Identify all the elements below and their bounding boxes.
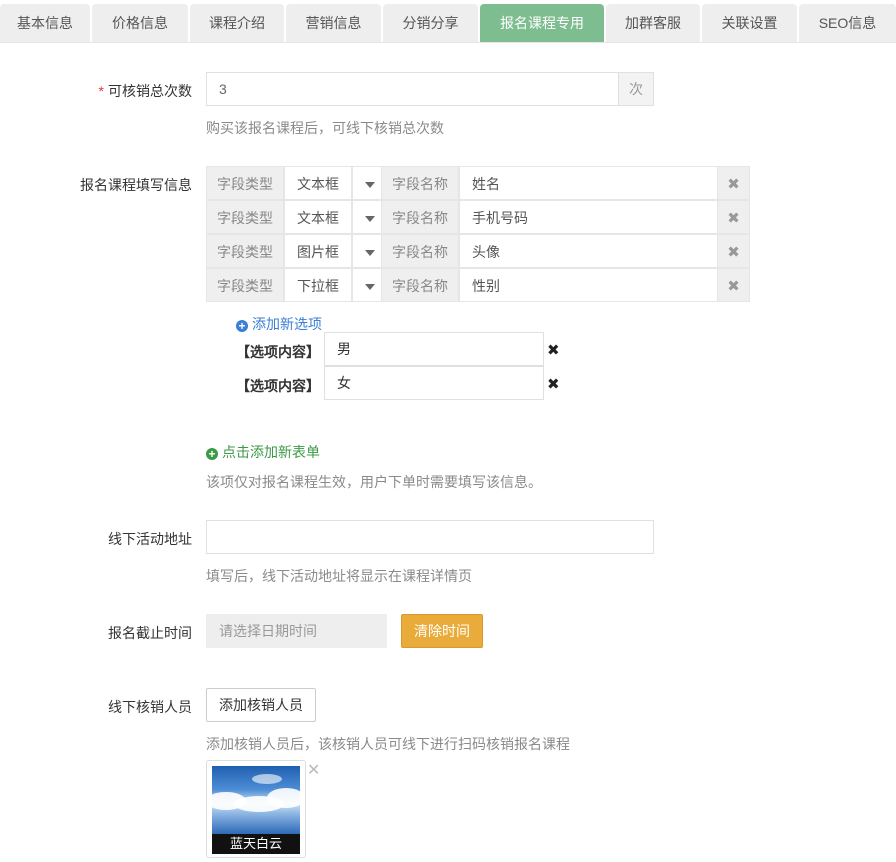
verify-count-label: * 可核销总次数 — [98, 83, 192, 99]
deadline-input[interactable]: 请选择日期时间 — [206, 614, 387, 648]
field-name-input[interactable]: 性别 — [459, 268, 718, 302]
option-label: 【选项内容】 — [236, 378, 320, 394]
field-name-label: 字段名称 — [381, 166, 459, 200]
close-icon: ✖ — [727, 210, 740, 227]
verifier-label: 线下核销人员 — [108, 699, 192, 715]
field-type-label: 字段类型 — [206, 200, 284, 234]
field-type-label: 字段类型 — [206, 234, 284, 268]
tab-course-intro[interactable]: 课程介绍 — [190, 4, 284, 42]
verifier-hint: 添加核销人员后，该核销人员可线下进行扫码核销报名课程 — [206, 736, 570, 752]
tab-related-settings[interactable]: 关联设置 — [702, 4, 797, 42]
add-verifier-button[interactable]: 添加核销人员 — [206, 688, 316, 722]
plus-circle-icon: + — [236, 320, 248, 332]
option-input[interactable]: 男 — [324, 332, 544, 366]
field-name-label: 字段名称 — [381, 268, 459, 302]
avatar — [212, 766, 300, 834]
cloud-shape — [252, 774, 282, 784]
close-icon: ✖ — [727, 244, 740, 261]
field-type-select[interactable]: 文本框 — [284, 166, 352, 200]
field-type-label: 字段类型 — [206, 268, 284, 302]
tab-group-service[interactable]: 加群客服 — [606, 4, 700, 42]
address-label: 线下活动地址 — [108, 531, 192, 547]
required-mark: * — [98, 83, 104, 99]
field-type-select[interactable]: 文本框 — [284, 200, 352, 234]
field-name-input[interactable]: 头像 — [459, 234, 718, 268]
form-field-row: 字段类型 图片框 字段名称 头像 ✖ — [206, 234, 750, 268]
caret-down-icon — [364, 284, 375, 291]
verifier-name: 蓝天白云 — [212, 834, 300, 854]
tab-bar: 基本信息 价格信息 课程介绍 营销信息 分销分享 报名课程专用 加群客服 关联设… — [0, 0, 896, 43]
remove-option-icon[interactable]: ✖ — [547, 341, 560, 359]
field-name-input[interactable]: 姓名 — [459, 166, 718, 200]
verifier-card: 蓝天白云 — [206, 760, 306, 858]
form-field-row: 字段类型 文本框 字段名称 姓名 ✖ — [206, 166, 750, 200]
field-type-label: 字段类型 — [206, 166, 284, 200]
field-name-input[interactable]: 手机号码 — [459, 200, 718, 234]
remove-field-button[interactable]: ✖ — [717, 268, 750, 302]
remove-field-button[interactable]: ✖ — [717, 166, 750, 200]
address-hint: 填写后，线下活动地址将显示在课程详情页 — [206, 568, 472, 584]
field-name-label: 字段名称 — [381, 234, 459, 268]
caret-down-icon — [364, 216, 375, 223]
field-type-select[interactable]: 图片框 — [284, 234, 352, 268]
form-info-label: 报名课程填写信息 — [80, 177, 192, 193]
tab-price-info[interactable]: 价格信息 — [92, 4, 188, 42]
tab-marketing-info[interactable]: 营销信息 — [286, 4, 381, 42]
add-option-link[interactable]: + 添加新选项 — [236, 314, 322, 334]
field-name-label: 字段名称 — [381, 200, 459, 234]
close-icon: ✖ — [727, 278, 740, 295]
tab-seo-info[interactable]: SEO信息 — [799, 4, 896, 42]
plus-circle-icon: + — [206, 448, 218, 460]
caret-down-icon — [364, 250, 375, 257]
tab-distribution-share[interactable]: 分销分享 — [383, 4, 478, 42]
deadline-label: 报名截止时间 — [108, 625, 192, 641]
tab-registration-course[interactable]: 报名课程专用 — [480, 4, 604, 42]
cloud-shape — [267, 788, 300, 808]
field-type-select[interactable]: 下拉框 — [284, 268, 352, 302]
option-label: 【选项内容】 — [236, 344, 320, 360]
tab-basic-info[interactable]: 基本信息 — [0, 4, 90, 42]
close-icon: ✖ — [727, 176, 740, 193]
add-form-link[interactable]: + 点击添加新表单 — [206, 442, 320, 462]
remove-verifier-icon[interactable]: ✕ — [307, 760, 320, 780]
form-field-row: 字段类型 下拉框 字段名称 性别 ✖ — [206, 268, 750, 302]
remove-option-icon[interactable]: ✖ — [547, 375, 560, 393]
clear-time-button[interactable]: 清除时间 — [401, 614, 483, 648]
option-input[interactable]: 女 — [324, 366, 544, 400]
verify-count-unit: 次 — [619, 72, 654, 106]
remove-field-button[interactable]: ✖ — [717, 234, 750, 268]
address-input[interactable] — [206, 520, 654, 554]
verify-count-input[interactable]: 3 — [206, 72, 619, 106]
remove-field-button[interactable]: ✖ — [717, 200, 750, 234]
form-info-hint: 该项仅对报名课程生效，用户下单时需要填写该信息。 — [206, 474, 542, 490]
form-field-row: 字段类型 文本框 字段名称 手机号码 ✖ — [206, 200, 750, 234]
verify-count-hint: 购买该报名课程后，可线下核销总次数 — [206, 120, 444, 136]
caret-down-icon — [364, 182, 375, 189]
